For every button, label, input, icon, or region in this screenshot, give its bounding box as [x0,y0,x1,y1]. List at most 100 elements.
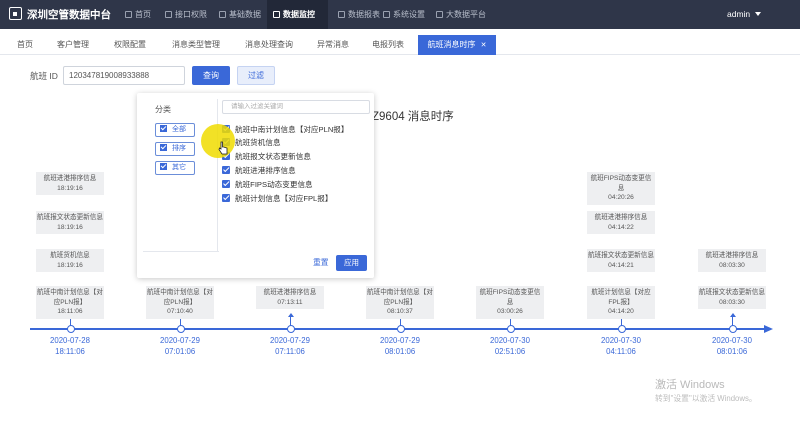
timeline-date: 2020-07-29 [270,336,310,345]
message-card[interactable]: 航班中南计划信息【对应PLN报】 08:10:37 [366,286,434,319]
filter-item[interactable]: 航班报文状态更新信息 [222,151,311,162]
hand-cursor-icon [218,141,228,155]
nav-home[interactable]: 首页 [125,0,165,29]
message-time: 04:14:22 [608,223,634,231]
checkbox-icon [222,166,230,174]
message-card[interactable]: 航班中南计划信息【对应PLN报】 18:11:06 [36,286,104,319]
timeline-time: 04:11:06 [606,346,636,356]
timeline-date-label: 2020-07-30 02:51:06 [474,336,546,357]
timeline-node[interactable] [176,325,185,333]
message-time: 04:20:26 [608,194,634,201]
message-title: 航班进港排序信息 [594,214,648,221]
message-time: 08:03:30 [719,298,745,306]
timeline-time: 07:11:06 [275,346,305,356]
timeline-date-label: 2020-07-30 04:11:06 [585,336,657,357]
message-card[interactable]: 航班中南计划信息【对应PLN报】 07:10:40 [146,286,214,319]
message-title: 航班中南计划信息【对应PLN报】 [147,289,213,306]
filter-item[interactable]: 航班FIPS动态变更信息 [222,179,313,190]
message-card[interactable]: 航班货机信息 18:19:16 [36,249,104,272]
message-title: 航班FIPS动态变更信息 [590,175,652,192]
timeline-date: 2020-07-30 [601,336,641,345]
timeline-node[interactable] [617,325,626,333]
nav-base-data[interactable]: 基础数据 [219,0,267,29]
arrow-up-icon [729,313,736,317]
filter-item[interactable]: 航班中南计划信息【对应PLN报】 [222,124,349,135]
message-card[interactable]: 航班报文状态更新信息 18:19:16 [36,211,104,234]
gear-icon [383,11,390,18]
filter-search-input[interactable]: 请输入过滤关键词 [222,100,370,114]
message-card[interactable]: 航班计划信息【对应FPL报】 04:14:20 [587,286,655,319]
panel-divider-bottom [143,251,219,252]
tab-message-query[interactable]: 消息处理查询 [234,35,304,55]
timeline-date-label: 2020-07-29 07:11:06 [254,336,326,357]
message-card[interactable]: 航班进港排序信息 18:19:16 [36,172,104,195]
message-time: 07:13:11 [277,298,303,306]
message-title: 航班进港排序信息 [263,289,317,296]
category-other[interactable]: 其它 [155,161,195,175]
message-title: 航班报文状态更新信息 [37,214,103,221]
message-card[interactable]: 航班报文状态更新信息 08:03:30 [698,286,766,309]
message-time: 18:11:06 [57,308,83,315]
filter-button[interactable]: 过滤 [237,66,275,85]
checkbox-icon [160,163,167,170]
checkbox-icon [222,180,230,188]
nav-api-permission[interactable]: 接口权限 [165,0,219,29]
query-button[interactable]: 查询 [192,66,230,85]
timeline-date-label: 2020-07-29 07:01:06 [144,336,216,357]
flight-id-input[interactable] [63,66,185,85]
category-all[interactable]: 全部 [155,123,195,137]
close-icon[interactable]: ✕ [481,42,487,49]
filter-item[interactable]: 航班进港排序信息 [222,165,296,176]
timeline-time: 07:01:06 [164,346,196,356]
timeline-node[interactable] [286,325,295,333]
category-sort[interactable]: 排序 [155,142,195,156]
message-card[interactable]: 航班FIPS动态变更信息 03:00:26 [476,286,544,319]
key-icon [165,11,172,18]
nav-data-report[interactable]: 数据报表 [328,0,380,29]
tab-permission[interactable]: 权限配置 [102,35,158,55]
chevron-down-icon [755,12,762,16]
filter-item[interactable]: 航班计划信息【对应FPL报】 [222,193,332,204]
timeline-node[interactable] [66,325,75,333]
tab-message-types[interactable]: 消息类型管理 [162,35,230,55]
timeline-date: 2020-07-29 [160,336,200,345]
tab-telegram[interactable]: 电报列表 [362,35,414,55]
message-title: 航班报文状态更新信息 [588,252,654,259]
category-label: 分类 [155,105,171,114]
message-title: 航班报文状态更新信息 [699,289,765,296]
tab-home[interactable]: 首页 [6,35,44,55]
tab-flight-sequence[interactable]: 航班消息时序 ✕ [418,35,496,55]
message-card[interactable]: 航班进港排序信息 08:03:30 [698,249,766,272]
message-time: 03:00:26 [497,308,523,315]
timeline-node[interactable] [728,325,737,333]
reset-button[interactable]: 重置 [313,257,329,268]
timeline-node[interactable] [506,325,515,333]
apply-button[interactable]: 应用 [336,255,367,271]
report-icon [338,11,345,18]
tab-abnormal[interactable]: 异常消息 [308,35,358,55]
message-card[interactable]: 航班报文状态更新信息 04:14:21 [587,249,655,272]
message-title: 航班FIPS动态变更信息 [479,289,541,306]
user-menu[interactable]: admin [727,9,762,19]
message-card[interactable]: 航班FIPS动态变更信息 04:20:26 [587,172,655,205]
checkbox-icon [160,144,167,151]
filter-panel: 分类 全部 排序 其它 请输入过滤关键词 航班中南计划信息【对应PLN报】 航班… [137,93,374,278]
timeline-date-label: 2020-07-30 08:01:06 [696,336,768,357]
timeline-date: 2020-07-29 [380,336,420,345]
message-title: 航班进港排序信息 [705,252,759,259]
nav-bigdata-platform[interactable]: 大数据平台 [436,0,496,29]
message-card[interactable]: 航班进港排序信息 07:13:11 [256,286,324,309]
nav-system-settings[interactable]: 系统设置 [383,0,433,29]
tab-customer[interactable]: 客户管理 [48,35,98,55]
app-title: 深圳空管数据中台 [27,9,111,21]
message-time: 18:19:16 [57,223,83,231]
message-card[interactable]: 航班进港排序信息 04:14:22 [587,211,655,234]
message-title: 航班进港排序信息 [43,175,97,182]
timeline-node[interactable] [396,325,405,333]
top-navbar: 深圳空管数据中台 首页 接口权限 基础数据 数据监控 数据报表 系统设置 大数据… [0,0,800,29]
message-time: 18:19:16 [57,184,83,192]
message-time: 07:10:40 [167,308,193,315]
timeline-date: 2020-07-30 [712,336,752,345]
nav-data-monitor[interactable]: 数据监控 [267,0,328,29]
timeline-date-label: 2020-07-28 18:11:06 [34,336,106,357]
